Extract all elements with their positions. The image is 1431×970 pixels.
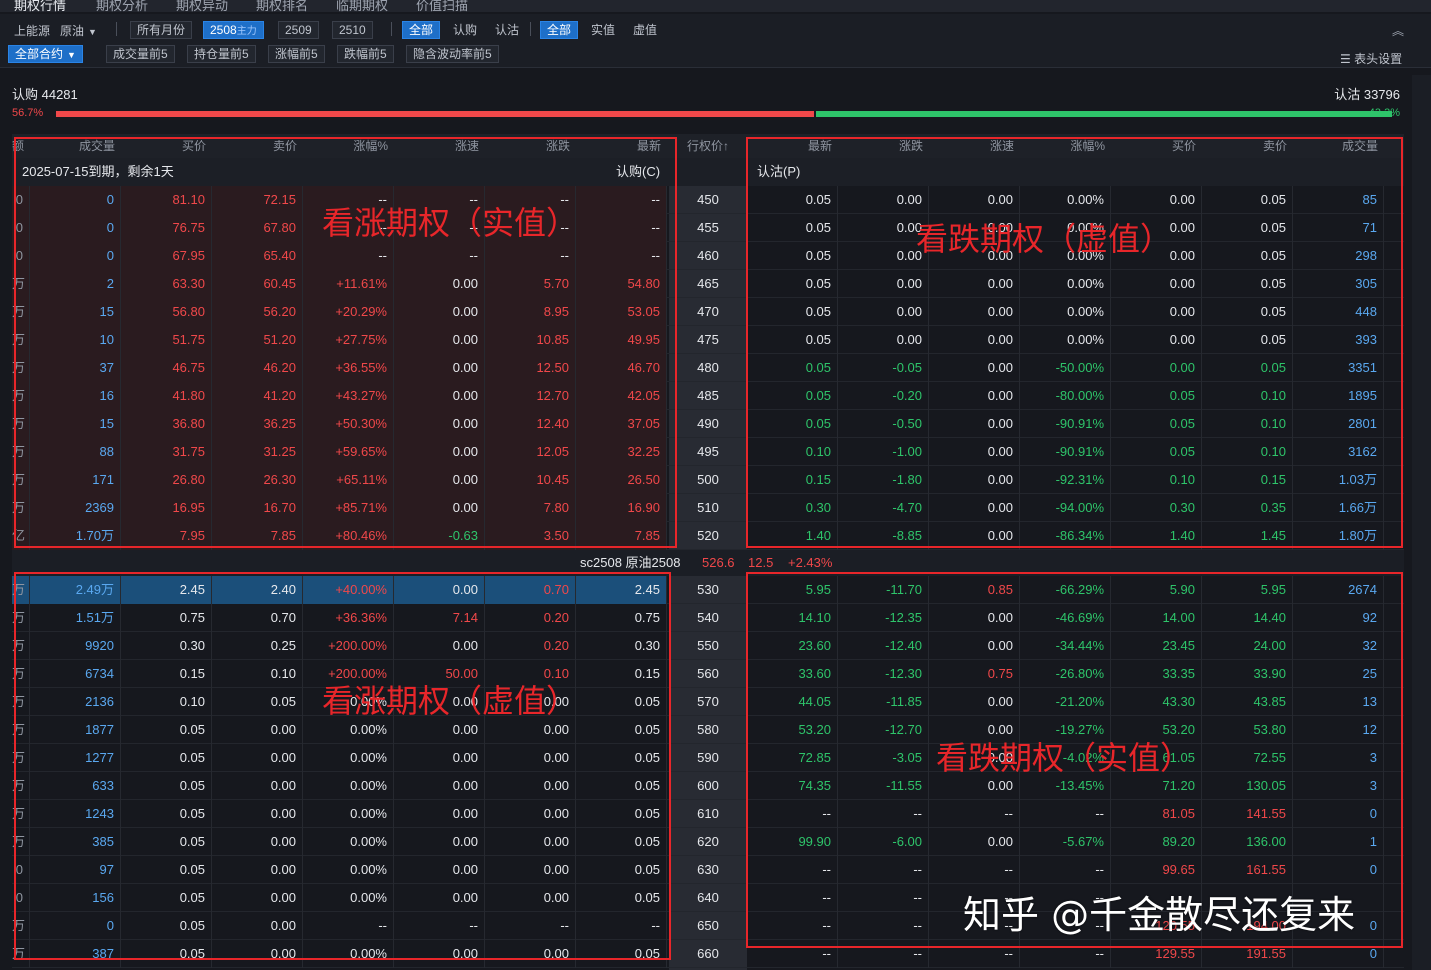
strike-price: 470 <box>697 304 719 319</box>
tab-expiring-options[interactable]: 临期期权 <box>336 0 388 12</box>
put-otm-box <box>746 137 1403 548</box>
product-select[interactable]: 原油 ▼ <box>60 22 97 39</box>
top-tab-bar: 期权行情 期权分析 期权异动 期权排名 临期期权 价值扫描 <box>0 0 1431 12</box>
strike-price: 480 <box>697 360 719 375</box>
tab-option-analysis[interactable]: 期权分析 <box>96 0 148 12</box>
call-percent: 56.7% <box>12 107 44 119</box>
strike-price: 475 <box>697 332 719 347</box>
call-itm-annotation: 看涨期权（实值） <box>322 204 579 242</box>
strike-price: 490 <box>697 416 719 431</box>
month-2509-button[interactable]: 2509 <box>278 21 319 39</box>
put-itm-annotation: 看跌期权（实值） <box>936 739 1193 777</box>
strike-price: 600 <box>697 778 719 793</box>
put-ratio-bar <box>816 111 1392 117</box>
divider <box>391 22 392 36</box>
strike-price: 460 <box>697 248 719 263</box>
tab-option-ranking[interactable]: 期权排名 <box>256 0 308 12</box>
value-otm-button[interactable]: 虚值 <box>626 21 664 39</box>
strike-price: 560 <box>697 666 719 681</box>
top5-gainers-button[interactable]: 涨幅前5 <box>268 45 325 63</box>
strike-price: 550 <box>697 638 719 653</box>
exchange-label: 上能源 <box>14 24 51 38</box>
top5-losers-button[interactable]: 跌幅前5 <box>337 45 394 63</box>
strike-price: 650 <box>697 918 719 933</box>
strike-price: 455 <box>697 220 719 235</box>
strike-price: 530 <box>697 582 719 597</box>
strike-price: 540 <box>697 610 719 625</box>
strike-price: 495 <box>697 444 719 459</box>
strike-price: 620 <box>697 834 719 849</box>
main-contract-tag: 主力 <box>236 26 257 37</box>
type-call-button[interactable]: 认购 <box>446 21 484 39</box>
all-contracts-label: 全部合约 <box>15 47 64 61</box>
strike-price: 570 <box>697 694 719 709</box>
call-volume-label: 认购 44281 <box>12 87 78 102</box>
call-otm-annotation: 看涨期权（虚值） <box>322 682 579 720</box>
product-value: 原油 <box>60 24 85 38</box>
column-settings-label: 表头设置 <box>1354 52 1403 66</box>
put-volume-label: 认沽 33796 <box>1334 87 1400 102</box>
strike-price: 500 <box>697 472 719 487</box>
top5-volume-button[interactable]: 成交量前5 <box>106 45 175 63</box>
all-months-button[interactable]: 所有月份 <box>130 21 193 39</box>
put-otm-annotation: 看跌期权（虚值） <box>916 220 1173 258</box>
strike-price: 450 <box>697 192 719 207</box>
strike-price: 510 <box>697 500 719 515</box>
underlying-price: 526.6 <box>702 555 735 570</box>
month-2510-button[interactable]: 2510 <box>332 21 373 39</box>
value-itm-button[interactable]: 实值 <box>584 21 622 39</box>
all-contracts-select[interactable]: 全部合约 ▼ <box>8 45 83 63</box>
strike-price: 640 <box>697 890 719 905</box>
strike-price: 660 <box>697 946 719 961</box>
strike-price: 580 <box>697 722 719 737</box>
top5-iv-button[interactable]: 隐含波动率前5 <box>406 45 499 63</box>
collapse-up-icon[interactable]: ︽ <box>1392 22 1404 39</box>
strike-price: 610 <box>697 806 719 821</box>
call-ratio-bar <box>56 111 814 117</box>
strike-price: 465 <box>697 276 719 291</box>
month-2508-button[interactable]: 2508主力 <box>203 21 264 39</box>
vertical-scrollbar[interactable] <box>1412 75 1431 970</box>
call-otm-box <box>14 572 671 960</box>
divider <box>116 22 117 36</box>
column-settings-icon: ☰ <box>1340 52 1355 66</box>
strike-price: 590 <box>697 750 719 765</box>
tab-value-scan[interactable]: 价值扫描 <box>416 0 468 12</box>
strike-header-cell[interactable]: 行权价↑ <box>669 134 747 158</box>
call-put-ratio: 认购 44281 认沽 33796 56.7% 43.3% <box>4 75 1412 135</box>
dropdown-caret-icon: ▼ <box>88 27 97 37</box>
strike-price: 630 <box>697 862 719 877</box>
strike-price: 520 <box>697 528 719 543</box>
watermark: 知乎 @千金散尽还复来 <box>963 893 1356 937</box>
divider <box>530 22 531 36</box>
tab-option-anomaly[interactable]: 期权异动 <box>176 0 228 12</box>
month-label: 2508 <box>210 23 237 37</box>
column-settings-button[interactable]: ☰ 表头设置 <box>1340 50 1402 67</box>
tab-option-quotes[interactable]: 期权行情 <box>14 0 66 12</box>
dropdown-caret-icon: ▼ <box>67 50 76 60</box>
value-all-button[interactable]: 全部 <box>540 21 579 39</box>
type-put-button[interactable]: 认沽 <box>488 21 526 39</box>
type-all-button[interactable]: 全部 <box>402 21 441 39</box>
top5-open-interest-button[interactable]: 持仓量前5 <box>187 45 256 63</box>
strike-price: 485 <box>697 388 719 403</box>
